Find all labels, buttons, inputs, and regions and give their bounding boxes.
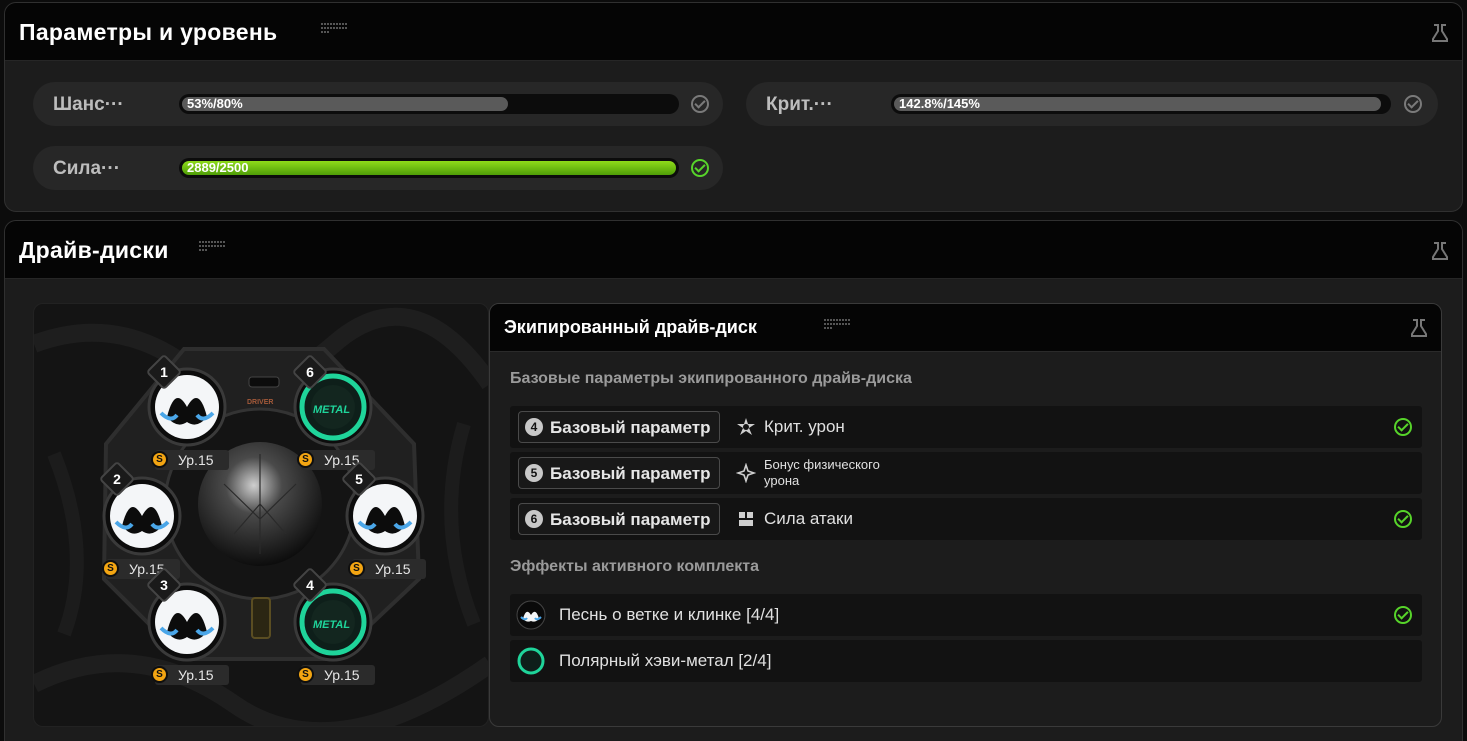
base-param-badge: 4 Базовый параметр	[518, 411, 720, 443]
stat-power[interactable]: Сила··· 2889/2500	[33, 146, 723, 190]
polar-metal-set-icon	[517, 647, 545, 675]
base-param-row-5[interactable]: 5 Базовый параметр Бонус физического урон…	[510, 452, 1422, 494]
progress-bar: 2889/2500	[179, 158, 679, 178]
progress-text: 142.8%/145%	[899, 96, 980, 111]
slot-number-icon: 4	[525, 418, 543, 436]
drive-title: Драйв-диски	[19, 237, 169, 263]
decor-glyph-icon	[824, 319, 850, 337]
level-tag: S Ур.15	[297, 665, 375, 685]
phys-bonus-icon	[736, 463, 756, 483]
base-params-title: Базовые параметры экипированного драйв-д…	[510, 370, 912, 387]
coin-icon: S	[297, 666, 314, 683]
base-param-badge: 5 Базовый параметр	[518, 457, 720, 489]
base-param-row-4[interactable]: 4 Базовый параметр Крит. урон	[510, 406, 1422, 448]
set-row-branch-blade[interactable]: Песнь о ветке и клинке [4/4]	[510, 594, 1422, 636]
svg-text:METAL: METAL	[313, 404, 350, 416]
base-param-value: Сила атаки	[764, 509, 853, 528]
stat-name: Шанс···	[53, 94, 124, 115]
coin-icon: S	[151, 666, 168, 683]
equipped-title: Экипированный драйв-диск	[504, 317, 757, 337]
base-param-badge: 6 Базовый параметр	[518, 503, 720, 535]
slot-number-icon: 6	[525, 510, 543, 528]
slot-number-icon: 5	[525, 464, 543, 482]
stat-crit[interactable]: Крит.··· 142.8%/145%	[746, 82, 1438, 126]
check-icon	[1394, 418, 1412, 436]
progress-bar: 53%/80%	[179, 94, 679, 114]
level-tag: S Ур.15	[151, 450, 229, 470]
svg-text:METAL: METAL	[313, 619, 350, 631]
set-name: Полярный хэви-метал [2/4]	[559, 651, 772, 670]
coin-icon: S	[151, 451, 168, 468]
stat-name: Крит.···	[766, 94, 833, 115]
params-panel: Параметры и уровень Шанс··· 53%/80% Крит…	[4, 2, 1463, 212]
corner-logo-icon	[1411, 319, 1427, 337]
params-title: Параметры и уровень	[19, 19, 278, 45]
base-param-value: Крит. урон	[764, 417, 845, 436]
coin-icon: S	[297, 451, 314, 468]
decor-glyph-icon	[321, 23, 347, 41]
branch-blade-set-icon	[516, 600, 546, 630]
level-tag: S Ур.15	[151, 665, 229, 685]
check-icon	[1404, 95, 1422, 113]
progress-text: 53%/80%	[187, 96, 243, 111]
coin-icon: S	[102, 560, 119, 577]
progress-fill	[182, 161, 676, 175]
check-icon	[1394, 606, 1412, 624]
stat-name: Сила···	[53, 158, 121, 179]
atk-icon	[739, 512, 753, 526]
level-tag: S Ур.15	[348, 559, 426, 579]
driver-label: DRIVER	[247, 399, 273, 406]
check-icon	[1394, 510, 1412, 528]
drive-panel: Драйв-диски DRIVER 1 S Ур.15 METAL 6 S У…	[4, 220, 1463, 741]
set-name: Песнь о ветке и клинке [4/4]	[559, 605, 780, 624]
base-param-value: Бонус физического урона	[764, 457, 880, 488]
coin-icon: S	[348, 560, 365, 577]
drive-header: Драйв-диски	[5, 221, 1462, 279]
set-effects-title: Эффекты активного комплекта	[510, 558, 759, 575]
crit-dmg-icon	[737, 418, 755, 435]
check-icon	[691, 159, 709, 177]
decor-glyph-icon	[199, 241, 225, 259]
corner-logo-icon	[1432, 24, 1448, 42]
stat-chance[interactable]: Шанс··· 53%/80%	[33, 82, 723, 126]
set-row-polar-metal[interactable]: Полярный хэви-метал [2/4]	[510, 640, 1422, 682]
progress-bar: 142.8%/145%	[891, 94, 1391, 114]
equipped-panel: Экипированный драйв-диск Базовые парамет…	[489, 303, 1442, 727]
equipped-header: Экипированный драйв-диск	[490, 304, 1441, 352]
disc-machine-area: DRIVER 1 S Ур.15 METAL 6 S Ур.15 2 S Ур.15 …	[33, 303, 489, 727]
progress-text: 2889/2500	[187, 160, 249, 175]
check-icon	[691, 95, 709, 113]
corner-logo-icon	[1432, 242, 1448, 260]
base-param-row-6[interactable]: 6 Базовый параметр Сила атаки	[510, 498, 1422, 540]
params-header: Параметры и уровень	[5, 3, 1462, 61]
